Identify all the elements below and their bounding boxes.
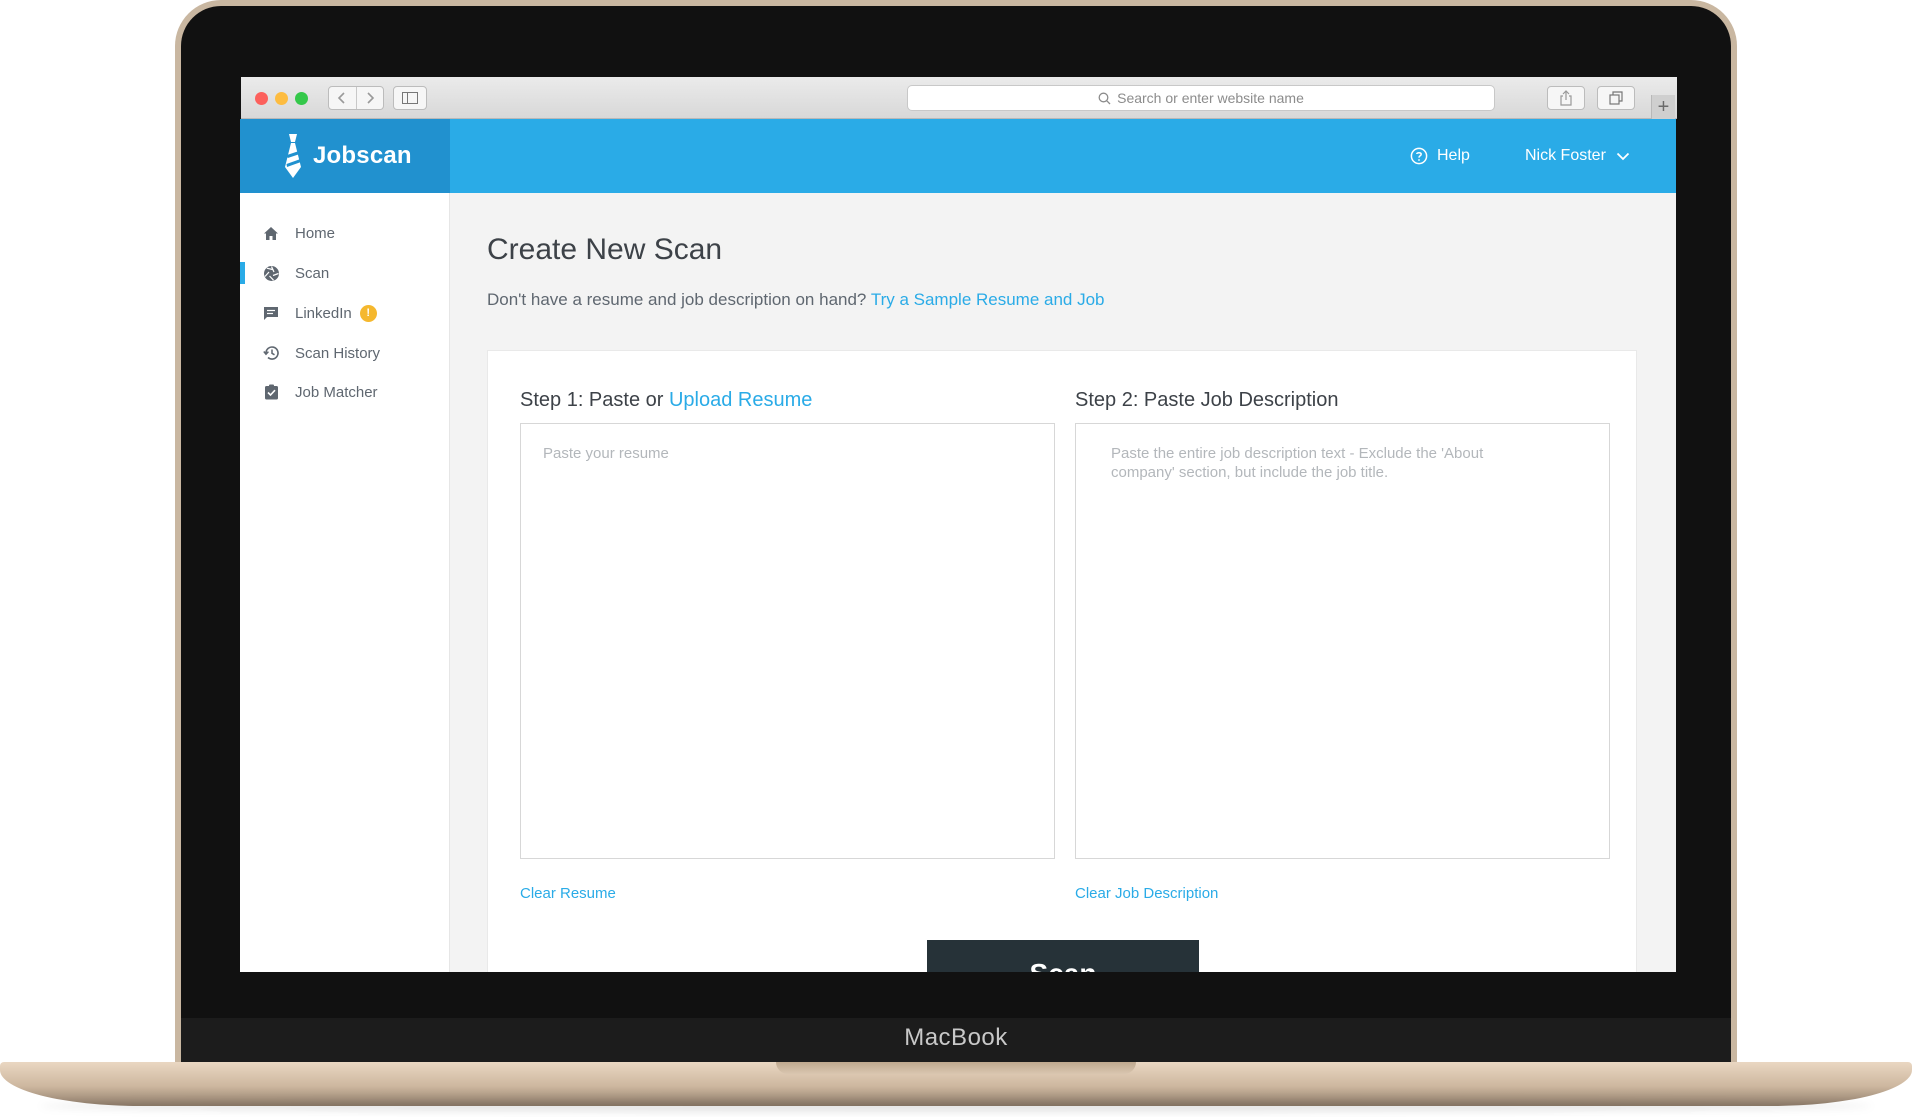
alert-badge: ! xyxy=(359,304,377,322)
scan-aperture-icon xyxy=(261,263,281,283)
sample-resume-link[interactable]: Try a Sample Resume and Job xyxy=(871,290,1105,309)
sidebar-item-label: LinkedIn xyxy=(295,304,352,322)
device-model-label: MacBook xyxy=(904,1024,1008,1051)
subtitle-text: Don't have a resume and job description … xyxy=(487,290,867,309)
show-tabs-button[interactable] xyxy=(1597,86,1635,110)
main-content: Create New Scan Don't have a resume and … xyxy=(450,193,1676,972)
sidebar-item-scan-history[interactable]: Scan History xyxy=(240,333,450,373)
tie-logo-icon xyxy=(285,134,301,178)
laptop-base-notch xyxy=(776,1062,1136,1074)
history-nav-group xyxy=(328,86,384,110)
tabs-icon xyxy=(1609,91,1623,105)
search-icon xyxy=(1098,92,1111,104)
brand-name: Jobscan xyxy=(313,142,412,169)
brand-logo[interactable]: Jobscan xyxy=(240,119,450,193)
sidebar-item-label: Home xyxy=(295,224,336,242)
sidebar-toggle-button[interactable] xyxy=(393,86,427,110)
chat-icon xyxy=(261,303,281,323)
sidebar-item-linkedin[interactable]: LinkedIn ! xyxy=(240,293,450,333)
sidebar-item-label: Scan xyxy=(295,264,330,282)
sidebar-nav: Home Scan LinkedIn ! Scan History Job Ma… xyxy=(240,193,450,972)
web-viewport: Jobscan Help Nick Foster Home Scan Linke… xyxy=(240,119,1676,972)
close-window-button[interactable] xyxy=(255,92,268,105)
step1-heading-text: Step 1: Paste or xyxy=(520,389,664,411)
scan-form-card: Step 1: Paste or Upload Resume Step 2: P… xyxy=(487,350,1637,972)
help-link[interactable]: Help xyxy=(1410,119,1470,193)
clear-resume-link[interactable]: Clear Resume xyxy=(520,885,616,902)
zoom-window-button[interactable] xyxy=(295,92,308,105)
clear-job-description-link[interactable]: Clear Job Description xyxy=(1075,885,1218,902)
back-button[interactable] xyxy=(329,87,356,109)
chevron-left-icon xyxy=(338,92,345,104)
app-header: Jobscan Help Nick Foster xyxy=(240,119,1676,193)
sidebar-item-job-matcher[interactable]: Job Matcher xyxy=(240,372,450,412)
step1-heading: Step 1: Paste or Upload Resume xyxy=(520,389,812,412)
chevron-down-icon xyxy=(1616,152,1630,160)
history-icon xyxy=(261,343,281,363)
new-tab-button[interactable]: + xyxy=(1651,95,1675,119)
share-icon xyxy=(1560,90,1572,106)
sidebar-item-scan[interactable]: Scan xyxy=(240,253,450,293)
sidebar-icon xyxy=(402,92,418,104)
upload-resume-link[interactable]: Upload Resume xyxy=(669,389,812,411)
address-placeholder: Search or enter website name xyxy=(1117,90,1304,106)
user-name: Nick Foster xyxy=(1525,147,1606,164)
sidebar-item-label: Scan History xyxy=(295,344,381,362)
clipboard-check-icon xyxy=(261,382,281,402)
user-menu[interactable]: Nick Foster xyxy=(1525,119,1630,193)
chevron-right-icon xyxy=(367,92,374,104)
page-subtitle: Don't have a resume and job description … xyxy=(487,290,1105,310)
scan-button[interactable]: Scan xyxy=(927,940,1199,972)
sidebar-item-label: Job Matcher xyxy=(295,383,378,401)
job-description-input[interactable] xyxy=(1075,423,1610,859)
help-label: Help xyxy=(1437,147,1470,164)
help-circle-icon xyxy=(1410,147,1428,165)
sidebar-item-home[interactable]: Home xyxy=(240,213,450,253)
step2-heading: Step 2: Paste Job Description xyxy=(1075,389,1339,411)
address-bar[interactable]: Search or enter website name xyxy=(907,85,1495,111)
minimize-window-button[interactable] xyxy=(275,92,288,105)
forward-button[interactable] xyxy=(355,87,384,109)
home-icon xyxy=(261,223,281,243)
resume-input[interactable] xyxy=(520,423,1055,859)
page-title: Create New Scan xyxy=(487,233,723,266)
share-button[interactable] xyxy=(1547,86,1585,110)
browser-toolbar: Search or enter website name + xyxy=(241,77,1677,119)
laptop-shadow xyxy=(40,1100,1872,1112)
